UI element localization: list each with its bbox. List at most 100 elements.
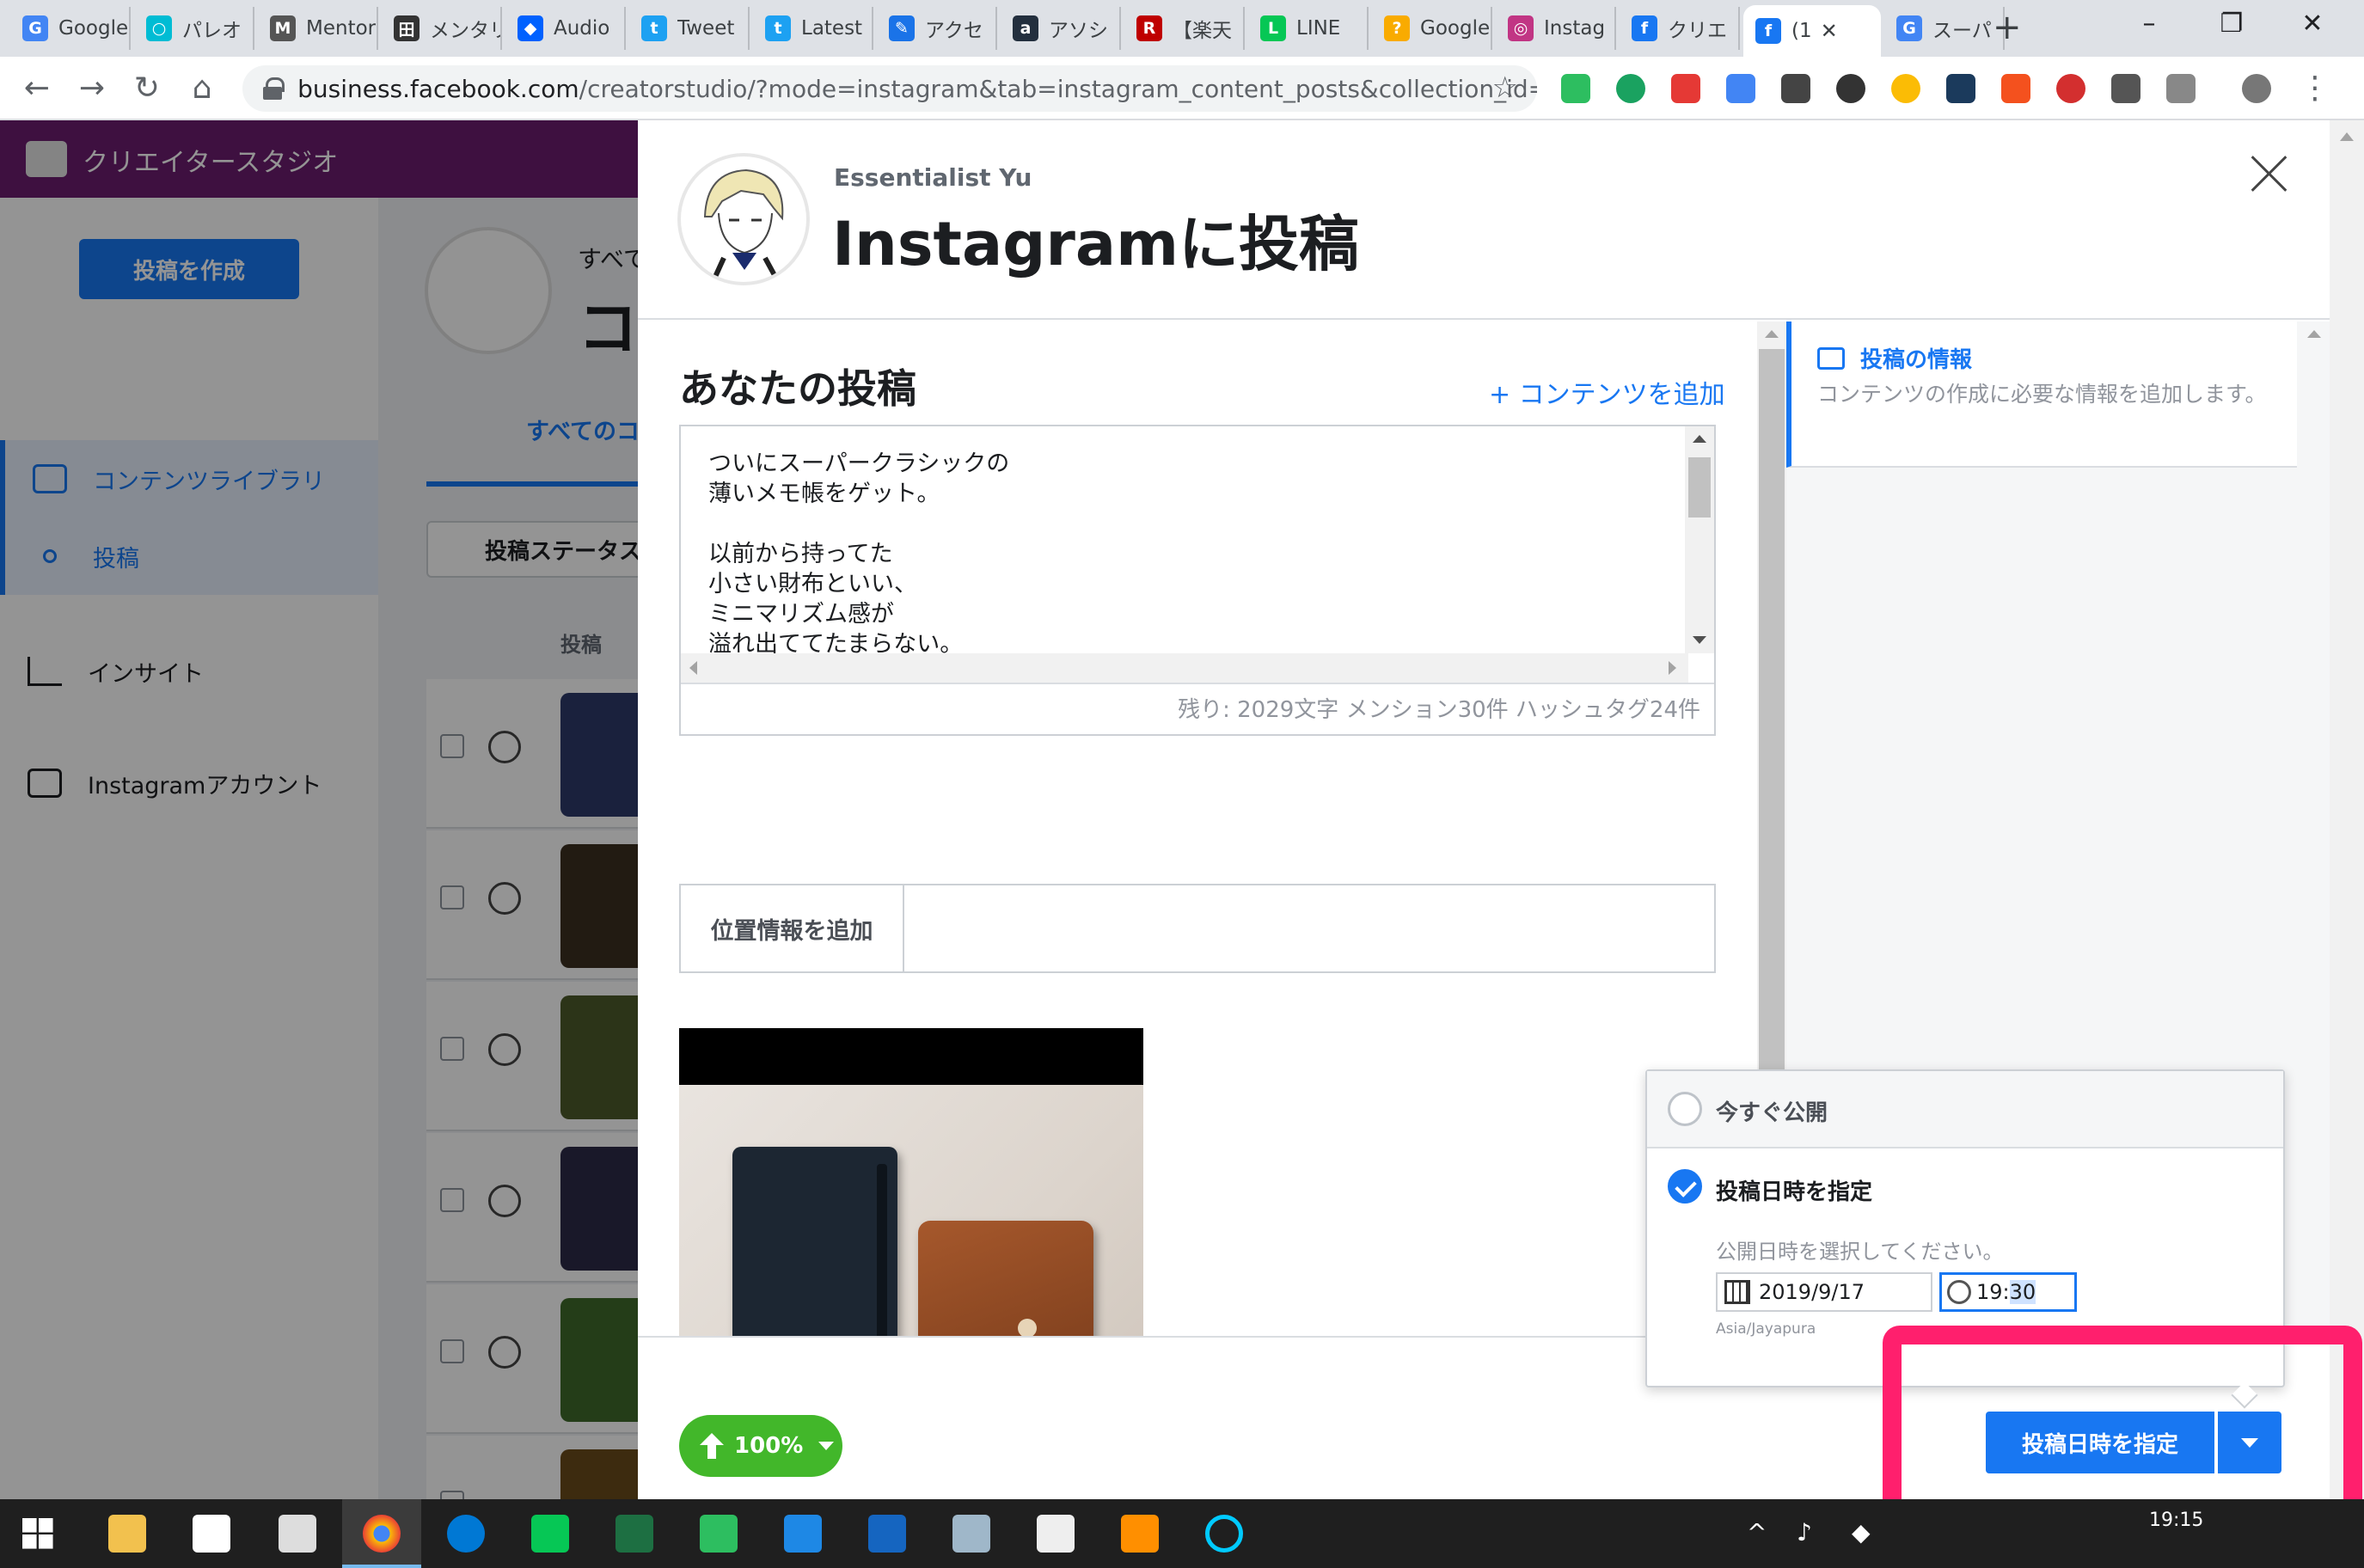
notes-icon[interactable] bbox=[952, 1515, 990, 1553]
browser-tab[interactable]: ○ パレオ bbox=[134, 7, 254, 50]
close-window-button[interactable]: ✕ bbox=[2287, 7, 2338, 41]
close-icon[interactable] bbox=[2249, 153, 2290, 194]
time-minute[interactable]: 30 bbox=[2009, 1280, 2036, 1304]
calendar-app-icon[interactable] bbox=[279, 1515, 316, 1553]
forward-button[interactable]: → bbox=[72, 69, 112, 108]
alarm-extension-icon[interactable] bbox=[2056, 74, 2085, 103]
mentor-icon: M bbox=[270, 15, 296, 41]
chevron-up-icon[interactable]: ^ bbox=[1747, 1518, 1767, 1547]
browser-tab[interactable]: f クリエ bbox=[1620, 7, 1740, 50]
excel-icon[interactable] bbox=[615, 1515, 653, 1553]
ghost-extension-icon[interactable] bbox=[1781, 74, 1810, 103]
caption-horizontal-scrollbar[interactable] bbox=[681, 653, 1688, 683]
address-bar[interactable]: business.facebook.com /creatorstudio/?mo… bbox=[242, 65, 1537, 112]
timezone-label: Asia/Jayapura bbox=[1716, 1320, 1816, 1338]
translate-extension-icon[interactable] bbox=[1726, 74, 1755, 103]
simplenote-icon[interactable] bbox=[784, 1515, 822, 1553]
caption-text[interactable]: ついにスーパークラシックの 薄いメモ帳をゲット。 以前から持ってた 小さい財布と… bbox=[708, 449, 1654, 653]
browser-tab[interactable]: ◆ Audio bbox=[505, 7, 626, 50]
minimize-button[interactable]: – bbox=[2123, 7, 2175, 41]
share-extension-icon[interactable] bbox=[1616, 74, 1645, 103]
chevron-down-icon bbox=[818, 1442, 835, 1450]
add-content-link[interactable]: + コンテンツを追加 bbox=[1489, 373, 1725, 411]
profile-avatar[interactable] bbox=[2242, 74, 2271, 103]
schedule-hint: 公開日時を選択してください。 bbox=[1716, 1240, 2004, 1264]
scroll-thumb[interactable] bbox=[1688, 457, 1711, 518]
browser-tab[interactable]: ? Google bbox=[1372, 7, 1492, 50]
back-button[interactable]: ← bbox=[17, 69, 57, 108]
browser-tab[interactable]: 田メンタリ bbox=[382, 7, 502, 50]
browser-tab[interactable]: R 【楽天 bbox=[1124, 7, 1245, 50]
notebook-image bbox=[732, 1147, 897, 1336]
browser-tab[interactable]: f (1 ✕ bbox=[1743, 5, 1881, 57]
scroll-up-arrow[interactable] bbox=[1765, 330, 1779, 338]
publish-now-radio[interactable] bbox=[1668, 1092, 1702, 1126]
reload-button[interactable]: ↻ bbox=[127, 69, 167, 108]
publish-now-row[interactable]: 今すぐ公開 bbox=[1647, 1071, 2283, 1148]
mindmap-icon[interactable] bbox=[868, 1515, 906, 1553]
chrome-icon[interactable] bbox=[363, 1515, 401, 1553]
file-explorer-icon[interactable] bbox=[108, 1515, 146, 1553]
browser-tab[interactable]: a アソシ bbox=[1001, 7, 1121, 50]
dropbox-tray-icon[interactable]: ◆ bbox=[1852, 1518, 1871, 1547]
new-tab-button[interactable]: + bbox=[1993, 10, 2022, 45]
post-media-preview[interactable] bbox=[679, 1028, 1143, 1336]
account-avatar bbox=[681, 156, 806, 282]
speed-extension-icon[interactable] bbox=[1891, 74, 1920, 103]
browser-tab[interactable]: M Mentor bbox=[258, 7, 378, 50]
browser-tab[interactable]: t Tweet bbox=[629, 7, 750, 50]
browser-tab[interactable]: L LINE bbox=[1248, 7, 1369, 50]
scroll-left-arrow[interactable] bbox=[689, 661, 697, 675]
bulb-extension-icon[interactable] bbox=[2111, 74, 2140, 103]
screen-extension-icon[interactable] bbox=[1946, 74, 1975, 103]
line-app-icon[interactable] bbox=[531, 1515, 569, 1553]
close-tab-icon[interactable]: ✕ bbox=[1821, 19, 1838, 43]
add-extension-icon[interactable] bbox=[2166, 74, 2196, 103]
taskbar-clock[interactable]: 19:15 bbox=[2149, 1510, 2203, 1531]
home-button[interactable]: ⌂ bbox=[182, 69, 222, 108]
store-icon[interactable] bbox=[193, 1515, 230, 1553]
alexa-icon[interactable] bbox=[1205, 1515, 1243, 1553]
youtube-extension-icon[interactable] bbox=[1671, 74, 1700, 103]
scroll-up-arrow[interactable] bbox=[2307, 330, 2321, 338]
ublock-extension-icon[interactable] bbox=[1836, 74, 1865, 103]
caption-vertical-scrollbar[interactable] bbox=[1685, 426, 1714, 653]
scroll-up-arrow[interactable] bbox=[1693, 435, 1706, 443]
scroll-down-arrow[interactable] bbox=[1693, 636, 1706, 644]
schedule-options-dropdown[interactable] bbox=[2218, 1412, 2281, 1473]
office-extension-icon[interactable] bbox=[2001, 74, 2030, 103]
mail-icon[interactable] bbox=[447, 1515, 485, 1553]
panel-scrollbar[interactable] bbox=[2297, 322, 2330, 1336]
volume-icon[interactable]: ♪ bbox=[1797, 1518, 1812, 1547]
flower-app-icon[interactable] bbox=[1121, 1515, 1159, 1553]
evernote-app-icon[interactable] bbox=[700, 1515, 738, 1553]
schedule-radio[interactable] bbox=[1668, 1169, 1702, 1204]
browser-tab[interactable]: t Latest bbox=[753, 7, 873, 50]
windows-start-icon[interactable] bbox=[22, 1518, 53, 1549]
upload-progress-button[interactable]: 100% bbox=[679, 1415, 842, 1477]
app-icon[interactable] bbox=[1037, 1515, 1075, 1553]
browser-tab[interactable]: ✎ アクセ bbox=[877, 7, 997, 50]
scroll-right-arrow[interactable] bbox=[1669, 661, 1676, 675]
upload-progress-value: 100% bbox=[734, 1433, 804, 1459]
post-info-card[interactable]: 投稿の情報 コンテンツの作成に必要な情報を追加します。 bbox=[1786, 322, 2297, 468]
time-hour[interactable]: 19 bbox=[1976, 1280, 2003, 1304]
browser-tab[interactable]: ◎ Instag bbox=[1496, 7, 1616, 50]
scroll-up-arrow[interactable] bbox=[2340, 132, 2354, 141]
mentor-icon: 田 bbox=[394, 15, 420, 41]
scroll-thumb[interactable] bbox=[1759, 349, 1785, 1157]
schedule-post-button[interactable]: 投稿日時を指定 bbox=[1986, 1412, 2214, 1473]
evernote-extension-icon[interactable] bbox=[1561, 74, 1590, 103]
maximize-button[interactable]: ❐ bbox=[2206, 7, 2257, 41]
time-input[interactable]: 19 : 30 bbox=[1939, 1272, 2077, 1312]
bookmark-star-icon[interactable]: ☆ bbox=[1492, 70, 1518, 105]
browser-tab[interactable]: G スーパ bbox=[1884, 7, 2005, 50]
add-location-label: 位置情報を追加 bbox=[681, 885, 904, 971]
rakuten-icon: R bbox=[1136, 15, 1162, 41]
tab-title: スーパ bbox=[1932, 20, 1992, 42]
page-scrollbar[interactable] bbox=[2330, 120, 2364, 1499]
date-input[interactable]: 2019/9/17 bbox=[1716, 1272, 1932, 1312]
caption-editor[interactable]: ついにスーパークラシックの 薄いメモ帳をゲット。 以前から持ってた 小さい財布と… bbox=[679, 425, 1716, 736]
browser-tab[interactable]: G Google bbox=[10, 7, 131, 50]
browser-menu-icon[interactable]: ⋮ bbox=[2295, 69, 2335, 108]
